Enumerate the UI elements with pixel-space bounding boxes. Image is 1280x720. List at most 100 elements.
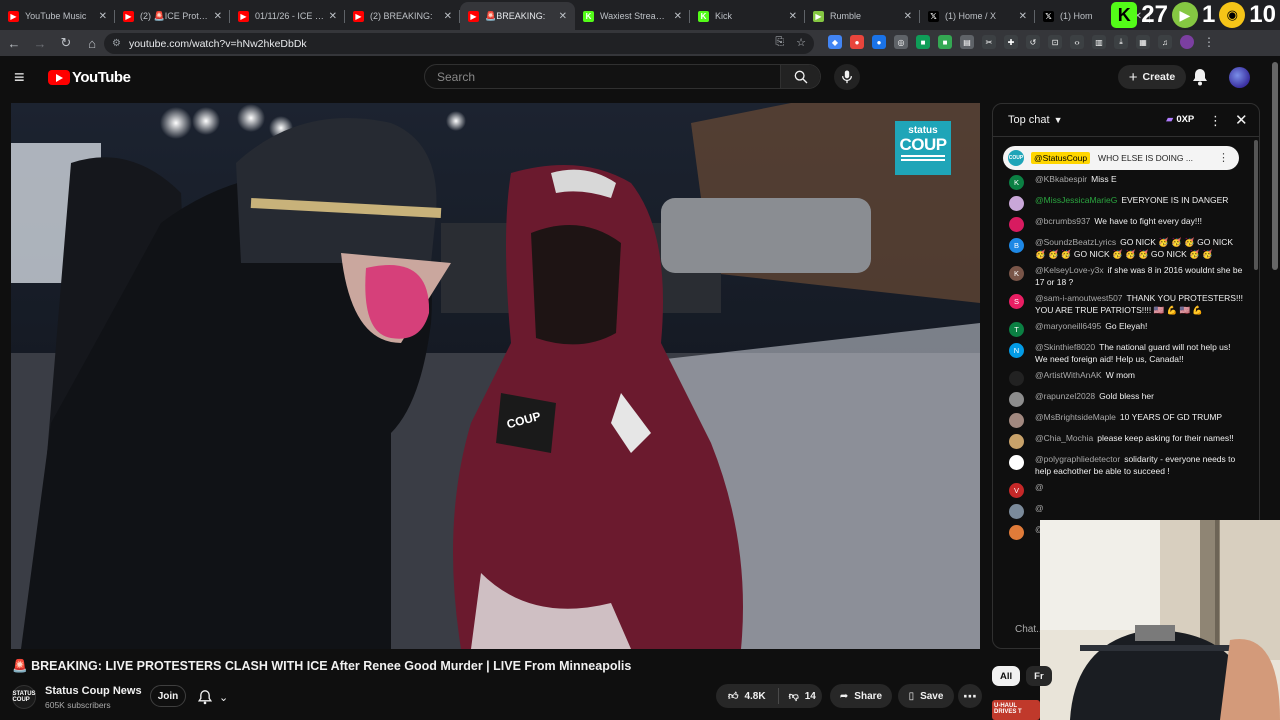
chat-author-avatar[interactable]: S <box>1009 294 1024 309</box>
chat-author-avatar[interactable]: V <box>1009 483 1024 498</box>
chat-author-name[interactable]: @ArtistWithAnAK <box>1035 370 1102 380</box>
screenshot-icon[interactable]: ⊡ <box>1048 35 1062 49</box>
install-icon[interactable]: ⎘ <box>775 36 784 49</box>
chat-more-icon[interactable]: ⋮ <box>1209 113 1222 129</box>
chat-message[interactable]: K @KBkabespir Miss E <box>993 172 1255 193</box>
extensions-puzzle-icon[interactable]: ✚ <box>1004 35 1018 49</box>
chat-author-avatar[interactable] <box>1009 455 1024 470</box>
close-tab-icon[interactable]: ✕ <box>559 11 567 22</box>
extension-icon[interactable]: ◎ <box>894 35 908 49</box>
chat-message[interactable]: @MsBrightsideMaple 10 YEARS OF GD TRUMP <box>993 410 1255 431</box>
chat-author-name[interactable]: @maryoneill6495 <box>1035 321 1101 331</box>
chat-author-name[interactable]: @Skinthief8020 <box>1035 342 1095 352</box>
site-info-icon[interactable]: ⚙ <box>112 38 121 49</box>
back-arrow-icon[interactable]: ← <box>2 31 26 55</box>
chat-author-avatar[interactable]: T <box>1009 322 1024 337</box>
extension-icon[interactable]: ● <box>850 35 864 49</box>
chat-author-avatar[interactable]: N <box>1009 343 1024 358</box>
browser-tab[interactable]: ▶ 🚨BREAKING: ✕ <box>460 2 575 30</box>
chat-author-avatar[interactable] <box>1009 392 1024 407</box>
extension-icon[interactable]: ▤ <box>960 35 974 49</box>
tab-search-icon[interactable]: ▦ <box>1136 35 1150 49</box>
chat-author-avatar[interactable] <box>1009 371 1024 386</box>
extension-icon[interactable]: ■ <box>938 35 952 49</box>
close-tab-icon[interactable]: ✕ <box>904 11 912 22</box>
chat-message[interactable]: K @KelseyLove-y3x if she was 8 in 2016 wou… <box>993 263 1255 291</box>
pinned-menu-icon[interactable]: ⋮ <box>1218 151 1229 164</box>
chat-message[interactable]: @ <box>993 501 1255 522</box>
extension-icon[interactable]: ● <box>872 35 886 49</box>
close-tab-icon[interactable]: ✕ <box>214 11 222 22</box>
forward-arrow-icon[interactable]: → <box>28 31 52 55</box>
hamburger-menu-icon[interactable]: ≡ <box>14 68 34 86</box>
chat-author-name[interactable]: @ <box>1035 482 1044 492</box>
channel-avatar[interactable]: STATUS COUP <box>12 685 36 709</box>
close-tab-icon[interactable]: ✕ <box>1019 11 1027 22</box>
chat-author-avatar[interactable]: B <box>1009 238 1024 253</box>
youtube-logo[interactable]: YouTube <box>48 69 131 86</box>
browser-tab[interactable]: ▶ Rumble ✕ <box>805 2 920 30</box>
chat-author-name[interactable]: @Chia_Mochia <box>1035 433 1093 443</box>
notifications-button[interactable] <box>1192 68 1208 91</box>
chat-author-name[interactable]: @ <box>1035 503 1044 513</box>
chip-all[interactable]: All <box>992 666 1021 686</box>
reload-icon[interactable]: ↻ <box>54 31 78 55</box>
extension-icon[interactable]: ◆ <box>828 35 842 49</box>
browser-tab[interactable]: K Waxiest Stream - V ✕ <box>575 2 690 30</box>
pinned-message[interactable]: COUP @StatusCoup WHO ELSE IS DOING ... ⋮ <box>1003 146 1239 170</box>
extension-icon[interactable]: ✂ <box>982 35 996 49</box>
chat-message[interactable]: @ArtistWithAnAK W mom <box>993 368 1255 389</box>
chat-author-avatar[interactable]: K <box>1009 175 1024 190</box>
voice-search-button[interactable] <box>834 64 860 90</box>
chat-message[interactable]: @polygraphliedetector solidarity - everyo… <box>993 452 1255 480</box>
devtools-icon[interactable]: ‹› <box>1070 35 1084 49</box>
chat-message[interactable]: @MissJessicaMarieG EVERYONE IS IN DANGER <box>993 193 1255 214</box>
media-icon[interactable]: ♫ <box>1158 35 1172 49</box>
browser-tab[interactable]: ▶ 01/11/26 - ICE Sh ✕ <box>230 2 345 30</box>
chat-message[interactable]: @bcrumbs937 We have to fight every day!!! <box>993 214 1255 235</box>
browser-tab[interactable]: ▶ YouTube Music ✕ <box>0 2 115 30</box>
downloads-icon[interactable]: ⤓ <box>1114 35 1128 49</box>
profile-avatar-icon[interactable] <box>1180 35 1194 49</box>
bookmark-star-icon[interactable]: ☆ <box>796 36 806 49</box>
extension-icon[interactable]: ■ <box>916 35 930 49</box>
chat-author-name[interactable]: @KBkabespir <box>1035 174 1087 184</box>
chat-author-name[interactable]: @sam-i-amoutwest507 <box>1035 293 1123 303</box>
chat-author-name[interactable]: @KelseyLove-y3x <box>1035 265 1104 275</box>
browser-tab[interactable]: K Kick ✕ <box>690 2 805 30</box>
address-bar[interactable]: ⚙ youtube.com/watch?v=hNw2hkeDbDk ⎘ ☆ <box>104 33 814 54</box>
chat-author-avatar[interactable] <box>1009 525 1024 540</box>
chat-author-avatar[interactable] <box>1009 434 1024 449</box>
chat-message[interactable]: B @SoundzBeatzLyrics GO NICK 🥳 🥳 🥳 GO NICK… <box>993 235 1255 263</box>
chip-from-channel[interactable]: Fr <box>1026 666 1052 686</box>
browser-tab[interactable]: ▶ (2) 🚨ICE Protest ✕ <box>115 2 230 30</box>
chat-author-name[interactable]: @bcrumbs937 <box>1035 216 1090 226</box>
chat-author-name[interactable]: @rapunzel2028 <box>1035 391 1095 401</box>
related-video-thumbnail[interactable]: U-HAUL DRIVES T <box>992 700 1040 720</box>
chat-author-name[interactable]: @MsBrightsideMaple <box>1035 412 1116 422</box>
more-actions-button[interactable]: ⋯ <box>958 684 982 708</box>
home-icon[interactable]: ⌂ <box>80 31 104 55</box>
close-tab-icon[interactable]: ✕ <box>99 11 107 22</box>
chat-author-avatar[interactable] <box>1009 196 1024 211</box>
chat-author-avatar[interactable] <box>1009 413 1024 428</box>
chat-message[interactable]: T @maryoneill6495 Go Eleyah! <box>993 319 1255 340</box>
join-button[interactable]: Join <box>150 685 186 707</box>
dislike-button[interactable]: 👎︎ 14 <box>779 690 826 703</box>
browser-tab[interactable]: ▶ (2) BREAKING: ✕ <box>345 2 460 30</box>
chat-author-avatar[interactable] <box>1009 504 1024 519</box>
account-avatar[interactable] <box>1229 67 1250 88</box>
chat-message[interactable]: N @Skinthief8020 The national guard will n… <box>993 340 1255 368</box>
close-icon[interactable]: ✕ <box>1235 111 1248 129</box>
history-icon[interactable]: ↺ <box>1026 35 1040 49</box>
close-tab-icon[interactable]: ✕ <box>329 11 337 22</box>
page-scrollbar[interactable] <box>1272 62 1278 270</box>
chat-message[interactable]: S @sam-i-amoutwest507 THANK YOU PROTESTERS… <box>993 291 1255 319</box>
browser-menu-icon[interactable]: ⋮ <box>1202 35 1216 49</box>
chat-scrollbar[interactable] <box>1254 140 1258 270</box>
browser-tab[interactable]: 𝕏 (1) Home / X ✕ <box>920 2 1035 30</box>
search-box[interactable]: Search <box>424 64 821 89</box>
chat-mode-dropdown[interactable]: Top chat ▼ <box>1008 114 1063 126</box>
chat-message[interactable]: @Chia_Mochia please keep asking for their… <box>993 431 1255 452</box>
close-tab-icon[interactable]: ✕ <box>674 11 682 22</box>
